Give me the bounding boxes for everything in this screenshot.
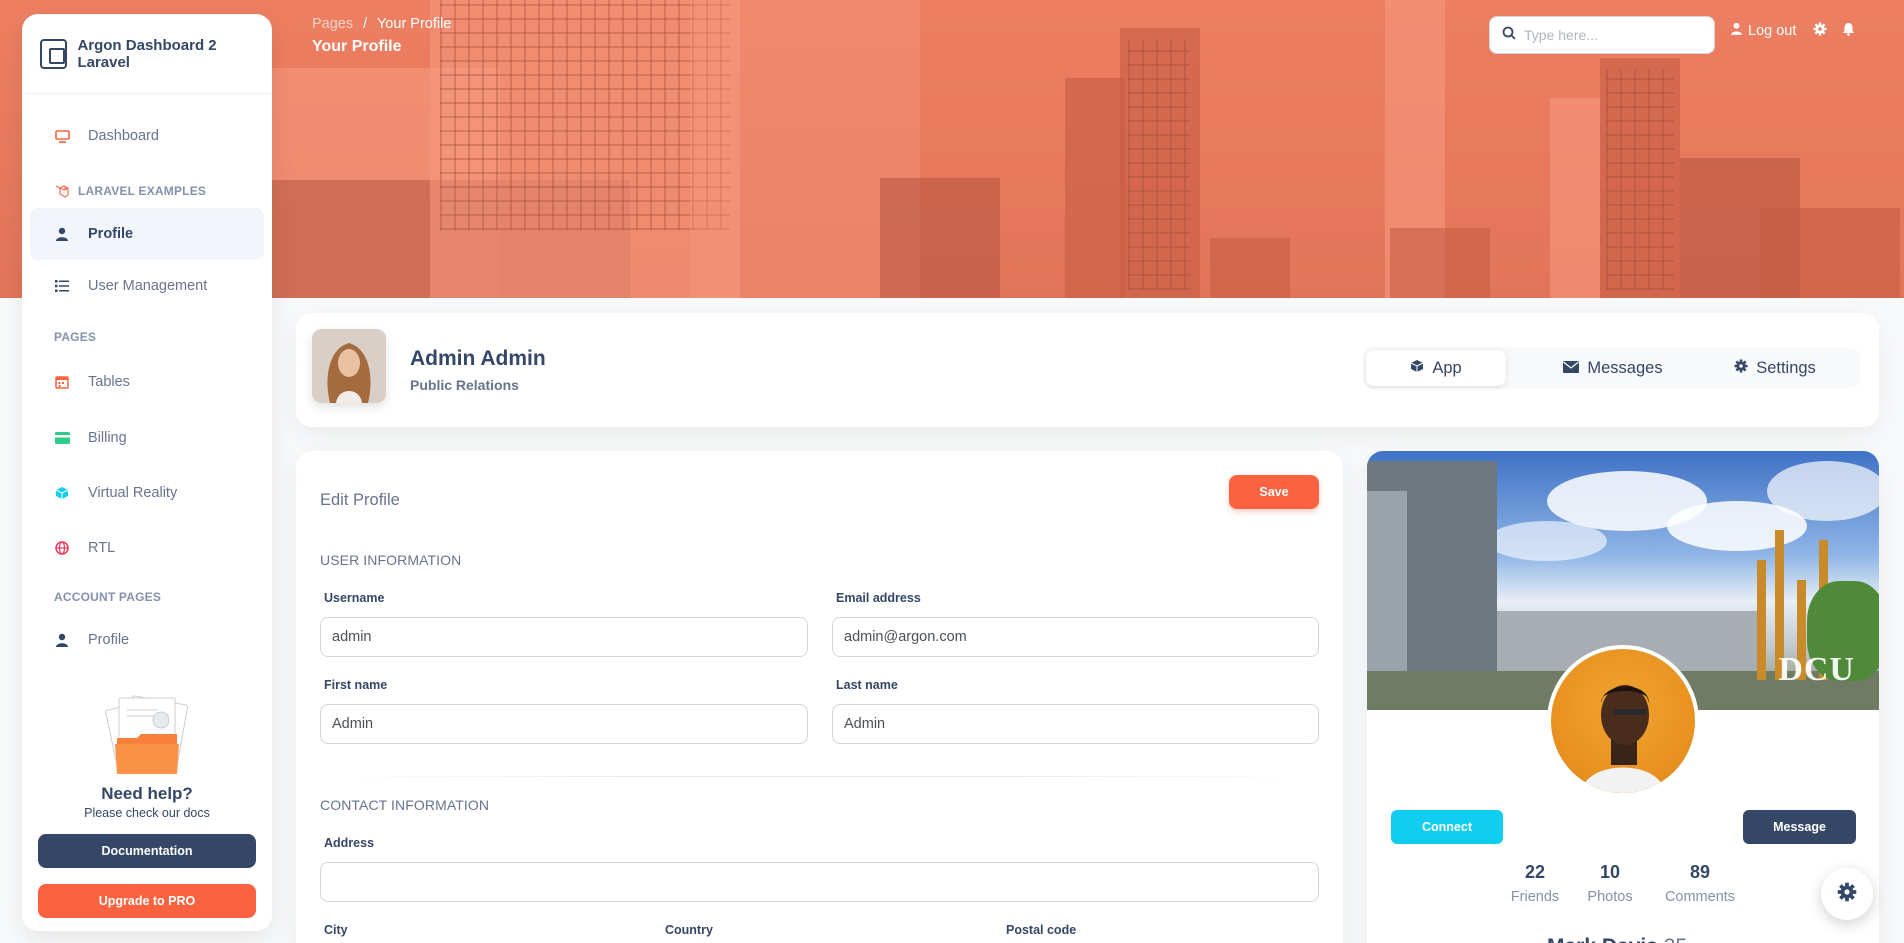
sidebar-item-tables[interactable]: Tables: [30, 356, 264, 408]
brand[interactable]: Argon Dashboard 2 Laravel: [22, 14, 272, 94]
configurator-button[interactable]: [1821, 868, 1873, 920]
sidebar-item-label: Profile: [88, 632, 130, 648]
sidebar-item-user-management[interactable]: User Management: [30, 260, 264, 312]
email-label: Email address: [836, 591, 921, 605]
profile-avatar: [1547, 645, 1699, 797]
cover-text: DCU: [1778, 651, 1855, 688]
settings-icon[interactable]: [1813, 22, 1827, 36]
search-box[interactable]: [1489, 16, 1715, 54]
profile-tabs: App Messages Settings: [1363, 347, 1860, 389]
city-label: City: [324, 923, 348, 937]
profile-card: DCU Connect Message 22 Friends 10 Photos…: [1367, 451, 1879, 943]
sidebar-item-label: Profile: [88, 226, 134, 242]
stat-comments: 89 Comments: [1664, 862, 1736, 905]
lastname-input[interactable]: [832, 704, 1319, 744]
documentation-button[interactable]: Documentation: [38, 834, 256, 868]
sidebar-item-billing[interactable]: Billing: [30, 412, 264, 464]
upgrade-pro-button[interactable]: Upgrade to PRO: [38, 884, 256, 918]
sidebar-item-label: Virtual Reality: [88, 485, 178, 501]
sidebar-item-rtl[interactable]: RTL: [30, 522, 264, 574]
sidebar-item-label: Dashboard: [88, 128, 159, 144]
sidebar-item-label: RTL: [88, 540, 116, 556]
help-card: Need help? Please check our docs: [22, 694, 272, 820]
sidebar: Argon Dashboard 2 Laravel Dashboard LARA…: [22, 14, 272, 931]
gear-icon: [1837, 882, 1857, 907]
sidebar-item-label: Billing: [88, 430, 127, 446]
country-label: Country: [665, 923, 713, 937]
cube-icon: [1410, 359, 1424, 378]
envelope-icon: [1563, 359, 1580, 378]
tab-messages[interactable]: Messages: [1543, 350, 1683, 386]
edit-profile-card: Edit Profile Save USER INFORMATION Usern…: [296, 451, 1343, 943]
section-pages: PAGES: [54, 330, 97, 344]
firstname-input[interactable]: [320, 704, 808, 744]
list-icon: [54, 278, 70, 294]
laravel-icon: [54, 183, 70, 199]
tab-settings[interactable]: Settings: [1705, 350, 1845, 386]
page-title: Your Profile: [312, 38, 402, 55]
edit-profile-title: Edit Profile: [320, 491, 400, 509]
help-title: Need help?: [101, 784, 193, 803]
avatar: [312, 329, 386, 403]
logo-icon: [40, 38, 68, 69]
tv-icon: [54, 128, 70, 144]
breadcrumb-root[interactable]: Pages: [312, 16, 353, 32]
lastname-label: Last name: [836, 678, 898, 692]
sidebar-item-virtual-reality[interactable]: Virtual Reality: [30, 467, 264, 519]
firstname-label: First name: [324, 678, 388, 692]
globe-icon: [54, 540, 70, 556]
section-laravel-examples: LARAVEL EXAMPLES: [22, 174, 272, 208]
save-button[interactable]: Save: [1229, 475, 1319, 509]
stat-photos: 10 Photos: [1587, 862, 1633, 905]
sidebar-item-account-profile[interactable]: Profile: [30, 614, 264, 666]
logout-link[interactable]: Log out: [1731, 22, 1796, 39]
credit-card-icon: [54, 430, 70, 446]
search-icon: [1502, 26, 1516, 45]
divider: [320, 776, 1320, 777]
sidebar-item-label: User Management: [88, 278, 208, 294]
user-icon: [54, 632, 70, 648]
user-icon: [1731, 22, 1742, 39]
username-label: Username: [324, 591, 385, 605]
message-button[interactable]: Message: [1743, 810, 1856, 844]
address-label: Address: [324, 836, 375, 850]
user-icon: [54, 226, 70, 242]
address-input[interactable]: [320, 862, 1319, 902]
profile-name: Admin Admin: [410, 347, 546, 370]
sidebar-item-label: Tables: [88, 374, 130, 390]
stat-friends: 22 Friends: [1510, 862, 1560, 905]
search-input[interactable]: [1524, 27, 1694, 43]
username-input[interactable]: [320, 617, 808, 657]
postal-code-label: Postal code: [1006, 923, 1077, 937]
help-subtitle: Please check our docs: [84, 806, 210, 820]
profile-header-card: Admin Admin Public Relations App Message…: [296, 313, 1879, 427]
breadcrumb-current: Your Profile: [376, 16, 452, 32]
contact-information-heading: CONTACT INFORMATION: [320, 797, 490, 813]
breadcrumb: Pages / Your Profile: [312, 16, 452, 32]
gear-icon: [1734, 359, 1748, 378]
cube-icon: [54, 485, 70, 501]
sidebar-item-profile[interactable]: Profile: [30, 208, 264, 260]
section-account-pages: ACCOUNT PAGES: [54, 590, 162, 604]
connect-button[interactable]: Connect: [1391, 810, 1503, 844]
card-name: Mark Davis 35: [1547, 935, 1687, 943]
calendar-icon: [54, 374, 70, 390]
user-information-heading: USER INFORMATION: [320, 552, 462, 568]
email-input[interactable]: [832, 617, 1319, 657]
folder-illustration: [97, 694, 197, 778]
sidebar-item-dashboard[interactable]: Dashboard: [30, 110, 264, 162]
tab-app[interactable]: App: [1366, 350, 1506, 386]
bell-icon[interactable]: [1842, 22, 1855, 36]
profile-role: Public Relations: [410, 377, 519, 393]
brand-name: Argon Dashboard 2 Laravel: [77, 36, 217, 71]
